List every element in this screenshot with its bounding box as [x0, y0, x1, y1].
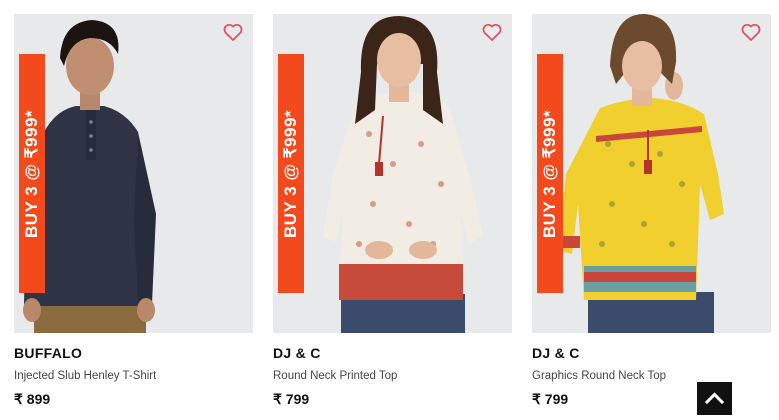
model-photo	[14, 14, 253, 333]
offer-text: BUY 3 @ ₹999*	[22, 109, 41, 238]
heart-outline-icon	[741, 24, 761, 41]
product-brand[interactable]: DJ & C	[273, 345, 512, 361]
offer-banner: BUY 3 @ ₹999*	[278, 54, 304, 293]
offer-text: BUY 3 @ ₹999*	[281, 109, 300, 238]
product-image[interactable]: BUY 3 @ ₹999*	[273, 14, 512, 333]
heart-outline-icon	[482, 24, 502, 41]
product-name[interactable]: Round Neck Printed Top	[273, 370, 512, 382]
product-card[interactable]: BUY 3 @ ₹999* DJ & C Round Neck Printed …	[273, 14, 512, 408]
heart-outline-icon	[223, 24, 243, 41]
offer-banner: BUY 3 @ ₹999*	[537, 54, 563, 293]
product-image[interactable]: BUY 3 @ ₹999*	[14, 14, 253, 333]
product-price: ₹ 799	[273, 391, 310, 407]
product-card[interactable]: BUY 3 @ ₹999* DJ & C Graphics Round Neck…	[532, 14, 771, 408]
product-price: ₹ 899	[14, 391, 51, 407]
offer-banner: BUY 3 @ ₹999*	[19, 54, 45, 293]
chevron-up-icon	[704, 392, 725, 405]
model-photo	[273, 14, 512, 333]
back-to-top-button[interactable]	[697, 382, 732, 415]
wishlist-button[interactable]	[739, 20, 763, 44]
product-card[interactable]: BUY 3 @ ₹999* BUFFALO Injected Slub Henl…	[14, 14, 253, 408]
wishlist-button[interactable]	[221, 20, 245, 44]
product-brand[interactable]: DJ & C	[532, 345, 771, 361]
model-photo	[532, 14, 771, 333]
wishlist-button[interactable]	[480, 20, 504, 44]
product-image[interactable]: BUY 3 @ ₹999*	[532, 14, 771, 333]
product-price: ₹ 799	[532, 391, 569, 407]
offer-text: BUY 3 @ ₹999*	[540, 109, 559, 238]
product-name[interactable]: Injected Slub Henley T-Shirt	[14, 370, 253, 382]
product-name[interactable]: Graphics Round Neck Top	[532, 370, 771, 382]
product-brand[interactable]: BUFFALO	[14, 345, 253, 361]
